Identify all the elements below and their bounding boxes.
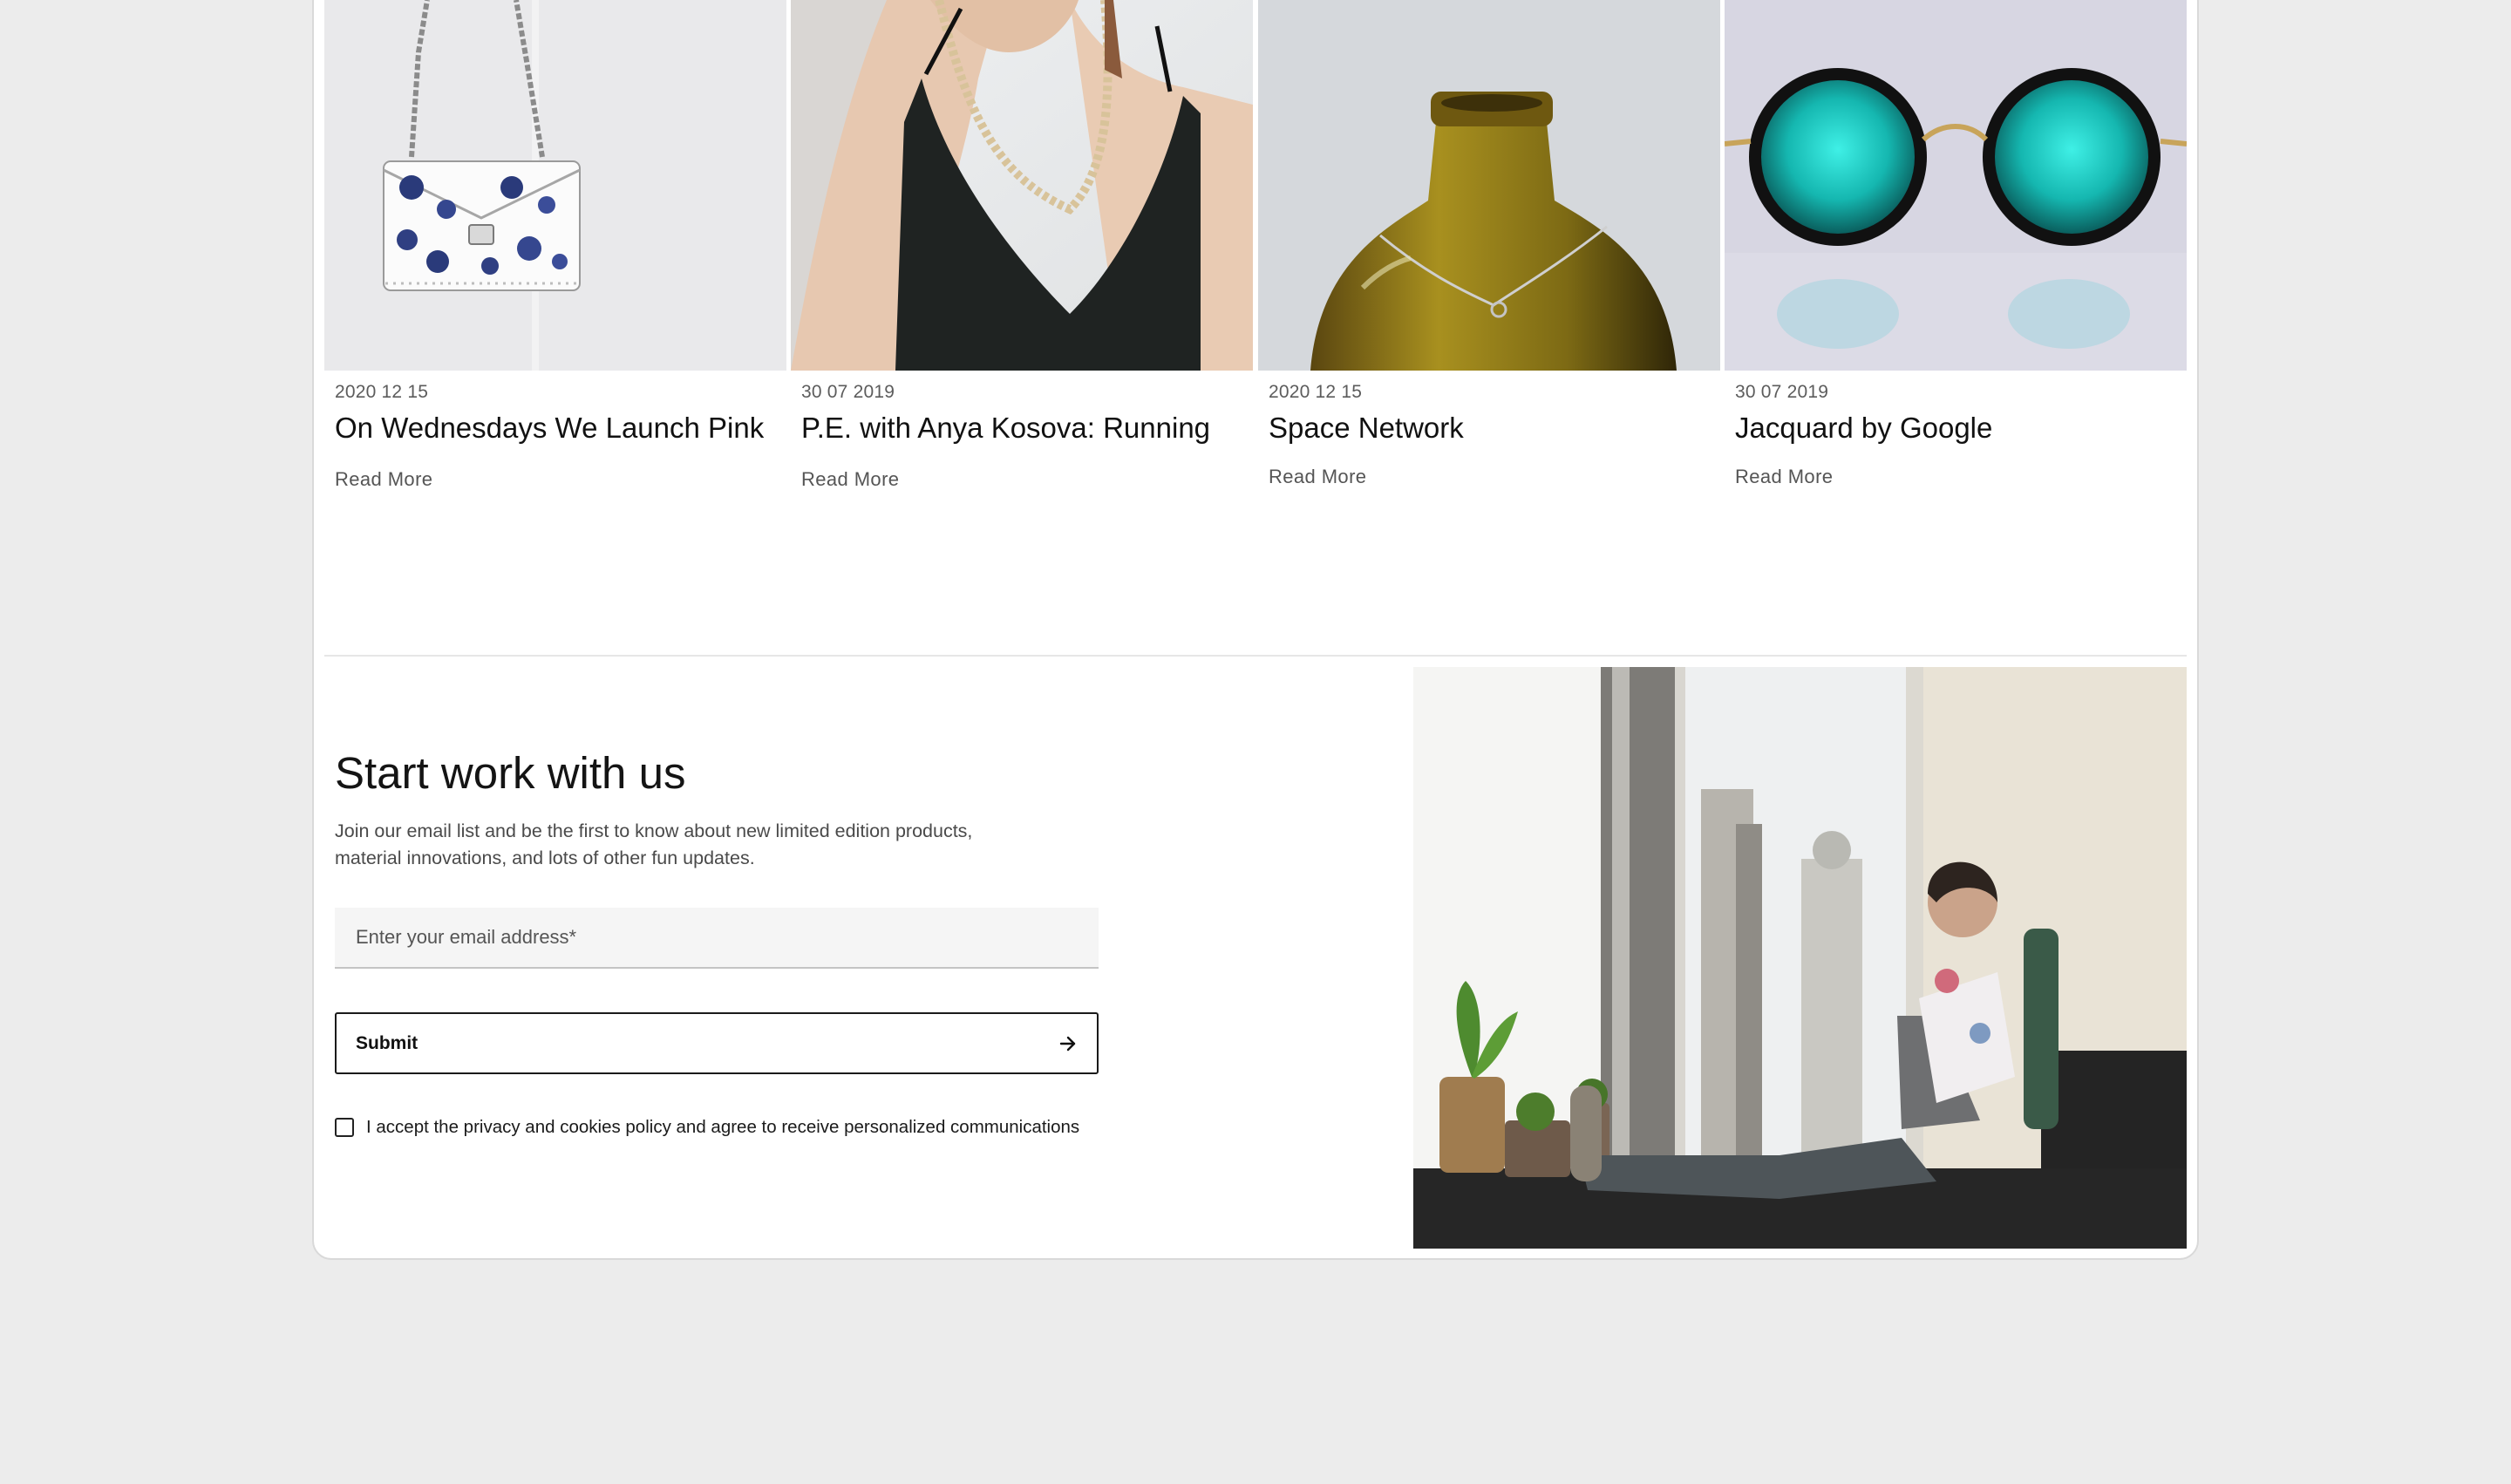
post-image-bottle[interactable] bbox=[1258, 0, 1720, 371]
post-date: 2020 12 15 bbox=[1269, 382, 1363, 402]
post-image-sunglasses[interactable] bbox=[1725, 0, 2187, 371]
read-more-link[interactable]: Read More bbox=[1735, 466, 1833, 488]
post-image-necklace[interactable] bbox=[791, 0, 1253, 371]
post-date: 2020 12 15 bbox=[335, 382, 429, 402]
submit-button[interactable]: Submit bbox=[335, 1012, 1099, 1074]
read-more-link[interactable]: Read More bbox=[1269, 466, 1366, 488]
read-more-link[interactable]: Read More bbox=[801, 468, 899, 491]
post-title[interactable]: P.E. with Anya Kosova: Running bbox=[801, 412, 1210, 445]
post-date: 30 07 2019 bbox=[1735, 382, 1829, 402]
post-date: 30 07 2019 bbox=[801, 382, 895, 402]
post-title[interactable]: Jacquard by Google bbox=[1735, 412, 1992, 445]
arrow-right-icon bbox=[1059, 1036, 1076, 1051]
woman-laptop-window-image bbox=[1413, 667, 2187, 1249]
submit-label: Submit bbox=[356, 1032, 418, 1053]
post-title[interactable]: Space Network bbox=[1269, 412, 1464, 445]
post-title[interactable]: On Wednesdays We Launch Pink bbox=[335, 412, 764, 445]
newsletter-description-line: Join our email list and be the first to … bbox=[335, 820, 973, 841]
newsletter-description: Join our email list and be the first to … bbox=[335, 818, 1102, 872]
consent-label[interactable]: I accept the privacy and cookies policy … bbox=[366, 1117, 1081, 1138]
post-image-handbag[interactable] bbox=[324, 0, 786, 371]
email-input[interactable] bbox=[335, 908, 1099, 969]
consent-row: I accept the privacy and cookies policy … bbox=[335, 1117, 1119, 1138]
newsletter-description-line: material innovations, and lots of other … bbox=[335, 848, 755, 868]
consent-checkbox[interactable] bbox=[335, 1118, 354, 1137]
read-more-link[interactable]: Read More bbox=[335, 468, 432, 491]
section-divider bbox=[324, 655, 2187, 657]
newsletter-title: Start work with us bbox=[335, 748, 686, 798]
